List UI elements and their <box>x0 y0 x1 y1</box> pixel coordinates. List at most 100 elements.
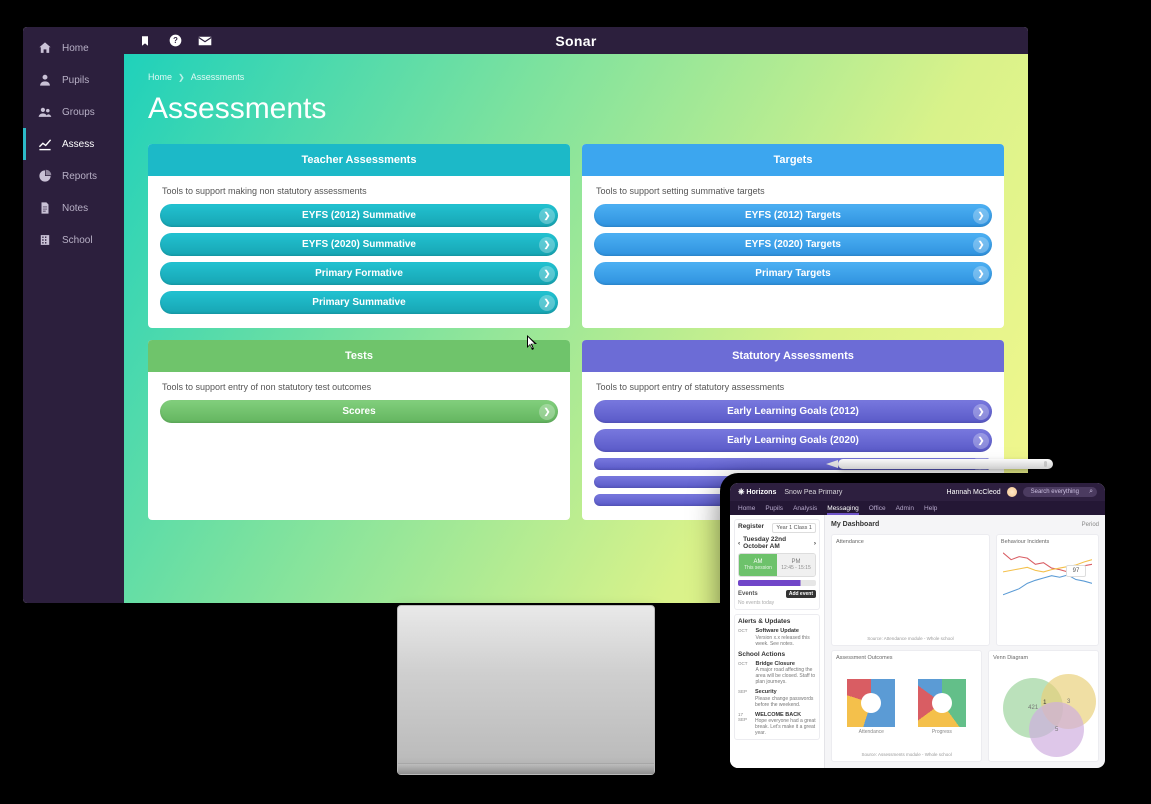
user-name: Hannah McCleod <box>947 489 1001 496</box>
period-select[interactable]: Period <box>1082 522 1099 528</box>
sidebar-item-notes[interactable]: Notes <box>23 192 124 224</box>
chevron-right-icon: ❯ <box>539 208 555 224</box>
card-teacher-assessments: Teacher Assessments Tools to support mak… <box>148 144 570 328</box>
pill-label: Scores <box>342 406 375 417</box>
events-row: Events Add event <box>738 590 816 598</box>
alert-date: OCT <box>738 628 748 647</box>
bar-chart <box>836 547 985 634</box>
tab-office[interactable]: Office <box>869 505 886 512</box>
pill-list: Scores❯ <box>148 400 570 437</box>
pill-elg-2012[interactable]: Early Learning Goals (2012)❯ <box>594 400 992 423</box>
donut-row: AttendanceProgress <box>836 663 977 750</box>
card-targets: Targets Tools to support setting summati… <box>582 144 1004 328</box>
pill-primary-summative[interactable]: Primary Summative❯ <box>160 291 558 314</box>
help-icon[interactable]: ? <box>168 34 182 48</box>
bar-chart-footer: Source: Attendance module - Whole school <box>836 636 985 641</box>
sidebar-item-label: School <box>62 235 93 246</box>
sidebar-item-school[interactable]: School <box>23 224 124 256</box>
card-desc: Tools to support entry of statutory asse… <box>582 372 1004 400</box>
class-select[interactable]: Year 1 Class 1 <box>772 523 816 533</box>
user-icon <box>38 73 52 87</box>
pill-eyfs-2012-summative[interactable]: EYFS (2012) Summative❯ <box>160 204 558 227</box>
am-option[interactable]: AM This session <box>739 554 777 576</box>
pill-eyfs-2020-targets[interactable]: EYFS (2020) Targets❯ <box>594 233 992 256</box>
alert-date: 17 SEP <box>738 712 747 737</box>
events-title: Events <box>738 591 758 597</box>
tab-home[interactable]: Home <box>738 505 755 512</box>
ampm-toggle[interactable]: AM This session PM 12:45 - 15:15 <box>738 553 816 577</box>
pill-eyfs-2012-targets[interactable]: EYFS (2012) Targets❯ <box>594 204 992 227</box>
alert-text: Software UpdateVersion x.x released this… <box>756 628 817 647</box>
tab-pupils[interactable]: Pupils <box>765 505 783 512</box>
sidebar-item-reports[interactable]: Reports <box>23 160 124 192</box>
alert-date: OCT <box>738 661 748 686</box>
breadcrumb-item[interactable]: Home <box>148 72 172 82</box>
avatar[interactable] <box>1007 487 1017 497</box>
pill-primary-formative[interactable]: Primary Formative ❯ <box>160 262 558 285</box>
tab-admin[interactable]: Admin <box>896 505 914 512</box>
dashboard-header: My Dashboard Period <box>831 519 1099 530</box>
search-input[interactable]: Search everything <box>1023 487 1097 497</box>
alerts-title: Alerts & Updates <box>738 618 816 625</box>
chevron-right-icon: ❯ <box>539 237 555 253</box>
pill-scores[interactable]: Scores❯ <box>160 400 558 423</box>
topbar: ? Sonar <box>124 27 1028 54</box>
alert-text: WELCOME BACKHope everyone had a great br… <box>755 712 816 737</box>
chevron-right-icon[interactable]: › <box>814 540 816 547</box>
alert-item[interactable]: SEP SecurityPlease change passwords befo… <box>738 689 816 708</box>
card-header: Targets <box>582 144 1004 176</box>
horizons-left-panel: Register Year 1 Class 1 ‹ Tuesday 22nd O… <box>730 515 825 768</box>
sidebar-item-label: Pupils <box>62 75 89 86</box>
pill-label: Primary Formative <box>315 268 403 279</box>
pill-label: Primary Targets <box>755 268 830 279</box>
card-header: Teacher Assessments <box>148 144 570 176</box>
monitor-stand <box>397 605 655 775</box>
pill-label: Early Learning Goals (2020) <box>727 435 859 446</box>
chevron-right-icon: ❯ <box>539 266 555 282</box>
card-desc: Tools to support entry of non statutory … <box>148 372 570 400</box>
venn-diagram: 421 3 5 1 <box>993 670 1099 750</box>
sidebar-item-home[interactable]: Home <box>23 32 124 64</box>
chevron-left-icon[interactable]: ‹ <box>738 540 740 547</box>
pill-primary-targets[interactable]: Primary Targets❯ <box>594 262 992 285</box>
events-empty: No events today <box>738 600 816 606</box>
sidebar-item-label: Assess <box>62 139 94 150</box>
tab-analysis[interactable]: Analysis <box>793 505 817 512</box>
topbar-right: Hannah McCleod Search everything <box>947 487 1097 497</box>
mail-icon[interactable] <box>198 34 212 48</box>
alert-item[interactable]: 17 SEP WELCOME BACKHope everyone had a g… <box>738 712 816 737</box>
breadcrumb-item: Assessments <box>191 72 245 82</box>
donut-footer: Source: Assessments module - Whole schoo… <box>836 752 977 757</box>
tab-messaging[interactable]: Messaging <box>827 505 858 512</box>
svg-text:?: ? <box>173 36 178 45</box>
tab-help[interactable]: Help <box>924 505 937 512</box>
chevron-right-icon: ❯ <box>973 237 989 253</box>
pill-label: EYFS (2020) Summative <box>302 239 416 250</box>
home-icon <box>38 41 52 55</box>
sidebar-item-pupils[interactable]: Pupils <box>23 64 124 96</box>
line-annotation: 97 <box>1066 565 1086 577</box>
alert-item[interactable]: OCT Software UpdateVersion x.x released … <box>738 628 816 647</box>
sidebar-item-assess[interactable]: Assess <box>23 128 124 160</box>
horizons-dashboard: My Dashboard Period Attendance Source: A… <box>825 515 1105 768</box>
sidebar-item-label: Notes <box>62 203 88 214</box>
sidebar-item-groups[interactable]: Groups <box>23 96 124 128</box>
school-icon <box>38 233 52 247</box>
horizons-logo[interactable]: Horizons <box>738 487 776 497</box>
add-event-button[interactable]: Add event <box>786 590 816 598</box>
pill-eyfs-2020-summative[interactable]: EYFS (2020) Summative ❯ <box>160 233 558 256</box>
alert-item[interactable]: OCT Bridge ClosureA major road affecting… <box>738 661 816 686</box>
chart-title: Assessment Outcomes <box>836 655 977 661</box>
group-icon <box>38 105 52 119</box>
pm-sub: 12:45 - 15:15 <box>777 565 815 571</box>
register-title: Register <box>738 523 764 530</box>
pill-elg-2020[interactable]: Early Learning Goals (2020)❯ <box>594 429 992 452</box>
venn-set-c: 5 <box>1029 702 1084 757</box>
pm-option[interactable]: PM 12:45 - 15:15 <box>777 554 815 576</box>
sidebar-item-label: Groups <box>62 107 95 118</box>
actions-title: School Actions <box>738 651 816 658</box>
breadcrumb: Home ❯ Assessments <box>148 72 1004 82</box>
bookmark-icon[interactable] <box>138 34 152 48</box>
date-text: Tuesday 22nd October AM <box>743 536 811 550</box>
alerts-list: OCT Software UpdateVersion x.x released … <box>738 628 816 647</box>
